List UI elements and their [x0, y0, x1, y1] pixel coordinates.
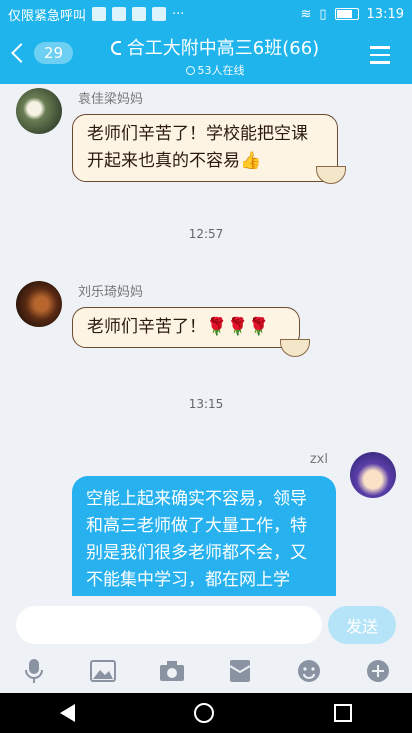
bubble-decoration-icon: [280, 339, 310, 357]
emoji-icon[interactable]: [296, 658, 322, 684]
nav-home-icon[interactable]: [194, 703, 215, 723]
chevron-left-icon: [11, 43, 31, 63]
group-title: 合工大附中高三6班(66): [126, 38, 320, 59]
send-button[interactable]: 发送: [328, 606, 396, 644]
group-title-area[interactable]: 合工大附中高三6班(66) 53人在线: [90, 34, 340, 78]
browser-notification-icon: [132, 7, 147, 21]
message-bubble[interactable]: 老师们辛苦了！学校能把空课开起来也真的不容易👍: [72, 114, 338, 182]
back-button[interactable]: 29: [11, 42, 74, 64]
wifi-icon: ≋: [300, 6, 312, 22]
app-notification-icon: [152, 7, 167, 21]
nav-back-icon[interactable]: [59, 704, 75, 722]
online-status-icon: [185, 66, 195, 75]
system-nav-bar: [0, 693, 412, 733]
camera-icon[interactable]: [159, 658, 185, 684]
sender-name: 袁佳梁妈妈: [78, 92, 144, 107]
input-bar: 发送: [0, 596, 412, 652]
menu-button[interactable]: [370, 46, 390, 69]
image-icon[interactable]: [89, 658, 116, 684]
menu-icon: [370, 46, 390, 49]
clock: 13:19: [366, 6, 404, 22]
message-timestamp: 13:15: [188, 397, 224, 411]
red-packet-icon[interactable]: [227, 658, 253, 684]
message-input[interactable]: [16, 606, 322, 644]
sim-icon: ▯: [319, 6, 327, 22]
sender-name: zxl: [309, 452, 328, 467]
app-notification-icon: [92, 7, 107, 21]
battery-icon: [334, 8, 359, 20]
more-notifications-icon: ···: [172, 6, 185, 22]
message-timestamp: 12:57: [188, 227, 224, 241]
chat-header: 29 合工大附中高三6班(66) 53人在线: [0, 28, 412, 84]
microphone-icon[interactable]: [21, 658, 47, 684]
sender-name: 刘乐琦妈妈: [78, 285, 144, 300]
status-bar: 仅限紧急呼叫 ··· ≋ ▯ 13:19: [0, 0, 412, 28]
message-bubble[interactable]: 老师们辛苦了！🌹🌹🌹: [72, 307, 300, 348]
plus-icon[interactable]: [365, 658, 391, 684]
nav-recents-icon[interactable]: [334, 704, 353, 722]
avatar[interactable]: [350, 452, 396, 498]
chat-message-list[interactable]: 袁佳梁妈妈 老师们辛苦了！学校能把空课开起来也真的不容易👍 12:57 刘乐琦妈…: [0, 84, 412, 596]
unread-count-badge: 29: [34, 42, 74, 64]
input-toolbar: [0, 652, 412, 690]
avatar[interactable]: [16, 88, 62, 134]
avatar[interactable]: [16, 281, 62, 327]
emergency-call-text: 仅限紧急呼叫: [8, 8, 87, 24]
earpiece-mode-icon: [110, 41, 121, 55]
image-notification-icon: [112, 7, 127, 21]
online-count: 53人在线: [197, 64, 245, 77]
message-bubble[interactable]: 空能上起来确实不容易，领导和高三老师做了大量工作，特别是我们很多老师都不会，又不…: [72, 476, 336, 596]
